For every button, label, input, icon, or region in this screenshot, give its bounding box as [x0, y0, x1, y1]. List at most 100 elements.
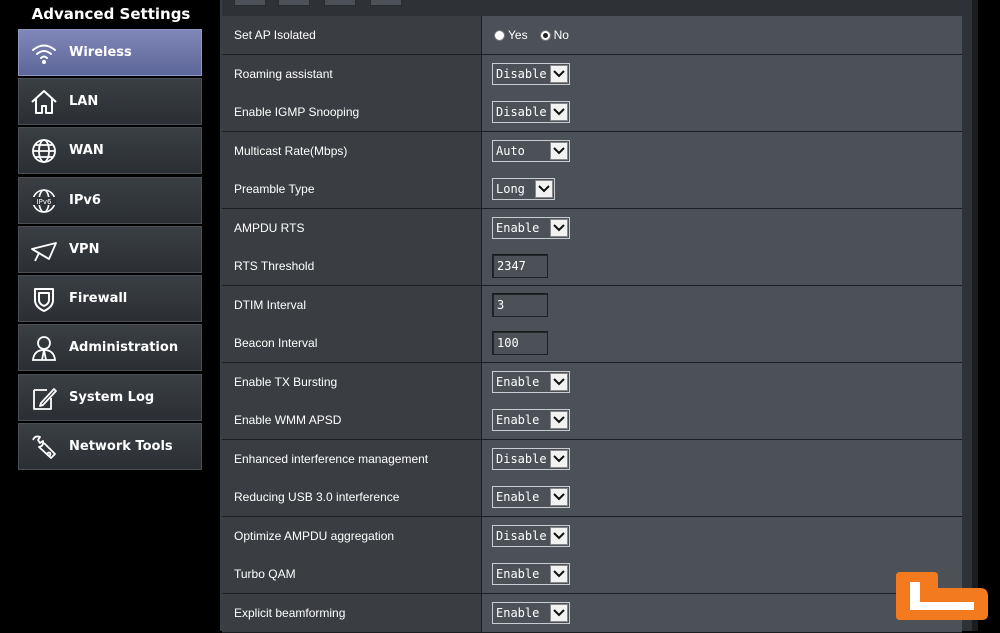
row-rts-threshold: RTS Threshold 2347: [222, 247, 962, 286]
chevron-down-icon: [550, 450, 568, 468]
select-value: Disable: [496, 529, 547, 543]
sidebar-item-label: Firewall: [69, 291, 128, 306]
interference-select[interactable]: Disable: [492, 448, 570, 470]
sidebar-item-administration[interactable]: Administration: [18, 324, 202, 371]
chevron-down-icon: [550, 219, 568, 237]
roaming-select[interactable]: Disable: [492, 63, 570, 85]
select-value: Disable: [496, 105, 547, 119]
row-multicast: Multicast Rate(Mbps) Auto: [222, 132, 962, 171]
row-ap-isolated: Set AP Isolated Yes No: [222, 16, 962, 55]
vpn-icon: [27, 233, 61, 267]
row-ampdu-rts: AMPDU RTS Enable: [222, 209, 962, 248]
sidebar-item-label: Administration: [69, 340, 179, 355]
row-igmp: Enable IGMP Snooping Disable: [222, 93, 962, 132]
ap-isolated-radio-group: Yes No: [494, 16, 581, 54]
row-beacon: Beacon Interval 100: [222, 324, 962, 363]
chevron-down-icon: [550, 142, 568, 160]
tools-icon: [27, 430, 61, 464]
chevron-down-icon: [550, 565, 568, 583]
ap-isolated-no-radio[interactable]: [539, 29, 551, 41]
svg-text:IPv6: IPv6: [37, 198, 52, 206]
select-value: Enable: [496, 413, 540, 427]
sidebar-title: Advanced Settings: [31, 5, 191, 23]
row-label: RTS Threshold: [222, 247, 482, 285]
sidebar-item-wan[interactable]: WAN: [18, 127, 202, 174]
sidebar-item-network-tools[interactable]: Network Tools: [18, 423, 202, 470]
row-wmm-apsd: Enable WMM APSD Enable: [222, 401, 962, 440]
tx-bursting-select[interactable]: Enable: [492, 371, 570, 393]
sidebar-item-system-log[interactable]: System Log: [18, 374, 202, 421]
row-roaming: Roaming assistant Disable: [222, 55, 962, 94]
sidebar-item-wireless[interactable]: Wireless: [18, 29, 202, 76]
row-tx-bursting: Enable TX Bursting Enable: [222, 363, 962, 402]
time-input[interactable]: [370, 0, 402, 6]
row-label: Multicast Rate(Mbps): [222, 132, 482, 170]
chevron-down-icon: [550, 373, 568, 391]
select-value: Enable: [496, 375, 540, 389]
sidebar-item-label: System Log: [69, 390, 155, 405]
ipv6-icon: IPv6: [27, 184, 61, 218]
sidebar-item-vpn[interactable]: VPN: [18, 226, 202, 273]
row-label: Preamble Type: [222, 170, 482, 208]
usb3-select[interactable]: Enable: [492, 486, 570, 508]
turbo-qam-select[interactable]: Enable: [492, 563, 570, 585]
chevron-down-icon: [550, 65, 568, 83]
sidebar-item-label: Network Tools: [69, 439, 173, 454]
row-label: AMPDU RTS: [222, 209, 482, 247]
row-label: Enhanced interference management: [222, 440, 482, 478]
sidebar-item-label: IPv6: [69, 193, 101, 208]
row-label: Enable IGMP Snooping: [222, 93, 482, 131]
sidebar-item-label: Wireless: [69, 45, 132, 60]
settings-panel: Set AP Isolated Yes No Roaming assistant…: [220, 0, 978, 633]
wmm-apsd-select[interactable]: Enable: [492, 409, 570, 431]
sidebar-item-label: LAN: [69, 94, 99, 109]
shield-icon: [27, 282, 61, 316]
select-value: Auto: [496, 144, 525, 158]
chevron-down-icon: [550, 411, 568, 429]
watermark-logo-icon: [894, 570, 990, 622]
select-value: Disable: [496, 67, 547, 81]
time-input[interactable]: [234, 0, 266, 6]
time-input[interactable]: [278, 0, 310, 6]
sidebar: Advanced Settings Wireless LAN WAN IPv6 …: [0, 0, 218, 631]
globe-icon: [27, 134, 61, 168]
select-value: Long: [496, 182, 525, 196]
row-label: Enable TX Bursting: [222, 363, 482, 401]
beacon-input[interactable]: 100: [492, 331, 548, 355]
row-usb3: Reducing USB 3.0 interference Enable: [222, 478, 962, 517]
sidebar-item-lan[interactable]: LAN: [18, 78, 202, 125]
sidebar-item-ipv6[interactable]: IPv6 IPv6: [18, 177, 202, 224]
home-icon: [27, 85, 61, 119]
select-value: Enable: [496, 221, 540, 235]
row-label: Set AP Isolated: [222, 16, 482, 54]
ampdu-aggregation-select[interactable]: Disable: [492, 525, 570, 547]
row-dtim: DTIM Interval 3: [222, 286, 962, 325]
chevron-down-icon: [550, 103, 568, 121]
ampdu-rts-select[interactable]: Enable: [492, 217, 570, 239]
chevron-down-icon: [550, 488, 568, 506]
row-label: Beacon Interval: [222, 324, 482, 362]
row-label: Explicit beamforming: [222, 594, 482, 632]
sidebar-item-label: WAN: [69, 143, 104, 158]
dtim-input[interactable]: 3: [492, 293, 548, 317]
multicast-select[interactable]: Auto: [492, 140, 570, 162]
sidebar-item-label: VPN: [69, 242, 100, 257]
select-value: Disable: [496, 452, 547, 466]
rts-threshold-input[interactable]: 2347: [492, 254, 548, 278]
ap-isolated-yes-radio[interactable]: [494, 29, 505, 41]
wifi-icon: [27, 36, 61, 70]
time-of-day-row: [222, 0, 962, 17]
sidebar-item-firewall[interactable]: Firewall: [18, 275, 202, 322]
beamforming-select[interactable]: Enable: [492, 602, 570, 624]
row-label: DTIM Interval: [222, 286, 482, 324]
igmp-select[interactable]: Disable: [492, 101, 570, 123]
preamble-select[interactable]: Long: [492, 178, 555, 200]
select-value: Enable: [496, 567, 540, 581]
row-ampdu-aggregation: Optimize AMPDU aggregation Disable: [222, 517, 962, 556]
row-label: Enable WMM APSD: [222, 401, 482, 439]
user-icon: [27, 331, 61, 365]
row-preamble: Preamble Type Long: [222, 170, 962, 209]
row-turbo-qam: Turbo QAM Enable: [222, 555, 962, 594]
time-input[interactable]: [324, 0, 356, 6]
radio-label: Yes: [508, 28, 528, 42]
